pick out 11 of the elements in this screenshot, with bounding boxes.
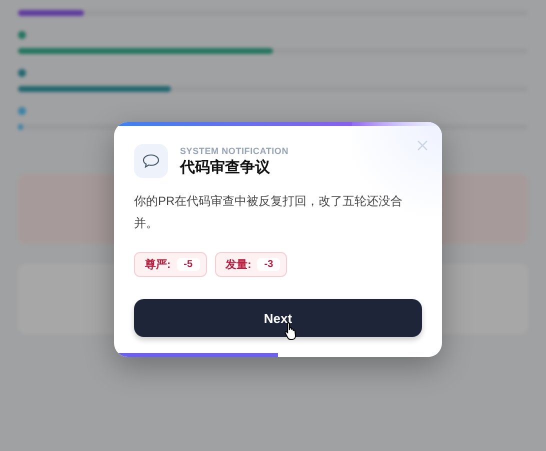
speech-bubble-icon: [134, 144, 168, 178]
effect-tag: 尊严: -5: [134, 252, 207, 277]
stat-icon: [18, 69, 26, 77]
dialog-title: 代码审查争议: [180, 158, 271, 176]
dialog-message: 你的PR在代码审查中被反复打回，改了五轮还没合并。: [134, 193, 404, 232]
stat-icon: [18, 31, 26, 39]
effect-tag: 发量: -3: [214, 252, 288, 277]
dialog-eyebrow: SYSTEM NOTIFICATION: [180, 146, 289, 156]
stat-icon: [18, 107, 26, 115]
close-icon[interactable]: [417, 140, 428, 151]
next-button[interactable]: Next: [134, 299, 422, 337]
